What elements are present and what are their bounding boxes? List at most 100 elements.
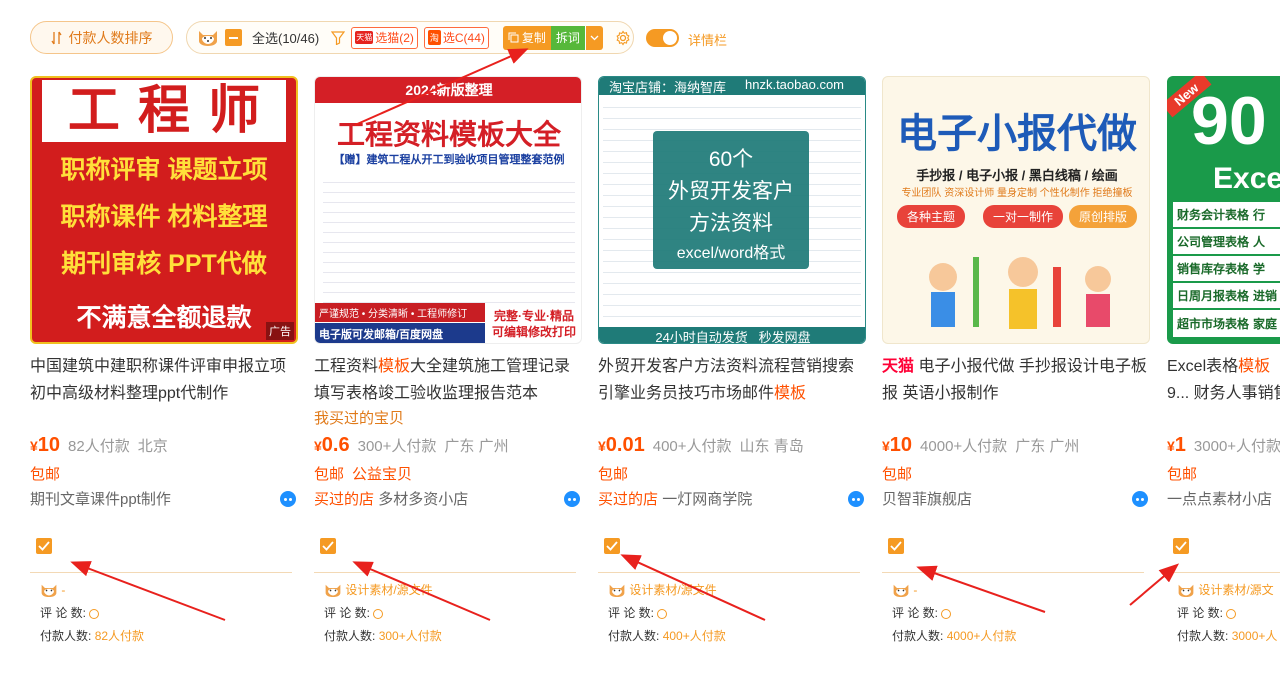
shiba-icon xyxy=(609,585,625,598)
taobao-logo: 淘 xyxy=(427,30,441,45)
comment-count-label: 评 论 数: xyxy=(1177,606,1224,620)
shop-name-text: 多材多资小店 xyxy=(378,491,469,508)
copy-button[interactable]: 复制 xyxy=(502,25,551,50)
shop-name-text: 期刊文章课件ppt制作 xyxy=(30,491,171,508)
payers-value: 82人付款 xyxy=(94,629,145,643)
search-icon[interactable] xyxy=(1226,608,1237,619)
product-title[interactable]: 中国建筑中建职称课件评审申报立项初中高级材料整理ppt代制作 xyxy=(30,353,298,407)
price-value: 10 xyxy=(37,434,61,456)
gear-icon[interactable] xyxy=(615,30,631,46)
select-taobao-button[interactable]: 淘选C(44) xyxy=(423,26,489,49)
item-checkbox[interactable] xyxy=(604,538,620,554)
category[interactable]: 设计素材/源文 xyxy=(1198,583,1273,597)
ad-badge: 广告 xyxy=(266,322,294,340)
purchased-before-tag: 我买过的宝贝 xyxy=(314,410,405,427)
payment-count: 3000+人付款 xyxy=(1193,438,1280,455)
currency-symbol: ¥ xyxy=(598,438,606,454)
category[interactable]: - xyxy=(61,583,65,597)
split-words-button[interactable]: 拆词 xyxy=(550,25,585,50)
shop-name[interactable]: 贝智菲旗舰店 xyxy=(882,488,1150,509)
charity-tag: 公益宝贝 xyxy=(352,466,413,483)
item-checkbox[interactable] xyxy=(888,538,904,554)
wangwang-chat-icon[interactable] xyxy=(848,491,864,507)
shop-name[interactable]: 一点点素材小店 xyxy=(1167,488,1280,509)
search-icon[interactable] xyxy=(373,608,384,619)
payers-value: 400+人付款 xyxy=(662,629,726,643)
category[interactable]: 设计素材/源文件 xyxy=(629,583,716,597)
image-text: 方法资料 xyxy=(689,212,773,235)
search-icon[interactable] xyxy=(657,608,668,619)
image-text: 财务会计表格 xyxy=(1177,208,1250,222)
item-checkbox[interactable] xyxy=(36,538,52,554)
product-image[interactable]: 工 程 师 职称评审 课题立项 职称课件 材料整理 期刊审核 PPT代做 不满意… xyxy=(30,76,298,344)
wangwang-chat-icon[interactable] xyxy=(564,491,580,507)
select-tmall-button[interactable]: 天猫 选猫(2) xyxy=(351,26,418,49)
item-checkbox[interactable] xyxy=(320,538,336,554)
currency-symbol: ¥ xyxy=(882,438,890,454)
payment-count: 300+人付款 xyxy=(357,438,437,455)
payment-count: 4000+人付款 xyxy=(920,438,1008,455)
wangwang-chat-icon[interactable] xyxy=(1132,491,1148,507)
shop-name[interactable]: 期刊文章课件ppt制作 xyxy=(30,488,298,509)
category[interactable]: 设计素材/源文件 xyxy=(345,583,432,597)
image-text: 60个 xyxy=(708,148,754,171)
select-all-label[interactable]: 全选(10/46) xyxy=(252,28,319,47)
image-text: 完整·专业·精品 xyxy=(494,309,574,323)
sort-by-payers-button[interactable]: 付款人数排序 xyxy=(30,21,173,54)
category[interactable]: - xyxy=(913,583,917,597)
product-image[interactable]: 2024新版整理 工程资料模板大全 【赠】建筑工程从开工到验收项目管理整套范例 … xyxy=(314,76,582,344)
search-icon[interactable] xyxy=(941,608,952,619)
tmall-logo: 天猫 xyxy=(355,31,374,44)
product-image[interactable]: 电子小报代做 手抄报 / 电子小报 / 黑白线稿 / 绘画 专业团队 资深设计师… xyxy=(882,76,1150,344)
item-checkbox[interactable] xyxy=(1173,538,1189,554)
product-card[interactable]: New 90 Excel 财务会计表格行 公司管理表格人 销售库存表格学 日周月… xyxy=(1167,76,1280,676)
location: 广东 广州 xyxy=(1015,438,1080,455)
purchased-shop-tag: 买过的店 xyxy=(314,491,375,508)
filter-icon[interactable] xyxy=(331,30,346,45)
product-image[interactable]: New 90 Excel 财务会计表格行 公司管理表格人 销售库存表格学 日周月… xyxy=(1167,76,1280,344)
payers-label: 付款人数: xyxy=(1177,629,1229,643)
product-title[interactable]: 工程资料模板大全建筑施工管理记录填写表格竣工验收监理报告范本 xyxy=(314,353,582,407)
shop-name[interactable]: 买过的店 多材多资小店 xyxy=(314,488,582,509)
tmall-tag: 天猫 xyxy=(882,358,915,375)
select-all-checkbox[interactable] xyxy=(225,29,242,46)
select-taobao-label: 选C(44) xyxy=(442,31,485,45)
title-highlight: 模板 xyxy=(774,385,807,402)
product-title[interactable]: Excel表格模板 9... 财务人事销售计... xyxy=(1167,353,1280,407)
divider xyxy=(314,572,576,573)
free-shipping-tag: 包邮 xyxy=(598,466,629,483)
payers-value: 4000+人付款 xyxy=(946,629,1017,643)
product-card[interactable]: 工 程 师 职称评审 课题立项 职称课件 材料整理 期刊审核 PPT代做 不满意… xyxy=(30,76,298,676)
title-text: 9... 财务人事销售计... xyxy=(1167,385,1280,402)
product-card[interactable]: 淘宝店铺：海纳智库 hnzk.taobao.com 60个 外贸开发客户 方法资… xyxy=(598,76,866,676)
wangwang-chat-icon[interactable] xyxy=(280,491,296,507)
detail-panel-toggle[interactable] xyxy=(646,29,679,47)
comment-count-label: 评 论 数: xyxy=(324,606,371,620)
product-card[interactable]: 电子小报代做 手抄报 / 电子小报 / 黑白线稿 / 绘画 专业团队 资深设计师… xyxy=(882,76,1150,676)
price-row: ¥10 82人付款 北京 xyxy=(30,434,168,457)
shop-name-text: 贝智菲旗舰店 xyxy=(882,491,973,508)
copy-split-group: 复制 拆词 xyxy=(502,25,603,50)
product-title[interactable]: 外贸开发客户方法资料流程营销搜索引擎业务员技巧市场邮件模板 xyxy=(598,353,866,407)
image-text: 公司管理表格 xyxy=(1177,235,1250,249)
price: ¥10 xyxy=(30,434,60,457)
price-row: ¥0.01 400+人付款 山东 青岛 xyxy=(598,434,804,457)
copy-dropdown-button[interactable] xyxy=(584,25,603,50)
plugin-info: - 评 论 数: 付款人数: 82人付款 xyxy=(40,579,144,648)
search-icon[interactable] xyxy=(89,608,100,619)
product-card[interactable]: 2024新版整理 工程资料模板大全 【赠】建筑工程从开工到验收项目管理整套范例 … xyxy=(314,76,582,676)
shiba-icon xyxy=(893,585,909,598)
copy-label: 复制 xyxy=(521,31,546,45)
product-title[interactable]: 天猫 电子小报代做 手抄报设计电子板报 英语小报制作 xyxy=(882,353,1150,407)
free-shipping-tag: 包邮 xyxy=(30,466,61,483)
shipping-tags: 包邮 xyxy=(1167,463,1197,484)
select-tmall-label: 选猫(2) xyxy=(375,31,414,45)
payers-value: 300+人付款 xyxy=(378,629,442,643)
image-text: 90 xyxy=(1191,83,1267,159)
product-image[interactable]: 淘宝店铺：海纳智库 hnzk.taobao.com 60个 外贸开发客户 方法资… xyxy=(598,76,866,344)
split-label: 拆词 xyxy=(555,31,580,45)
check-icon xyxy=(890,541,902,551)
divider xyxy=(882,572,1144,573)
shiba-icon xyxy=(325,585,341,598)
shop-name[interactable]: 买过的店 一灯网商学院 xyxy=(598,488,866,509)
